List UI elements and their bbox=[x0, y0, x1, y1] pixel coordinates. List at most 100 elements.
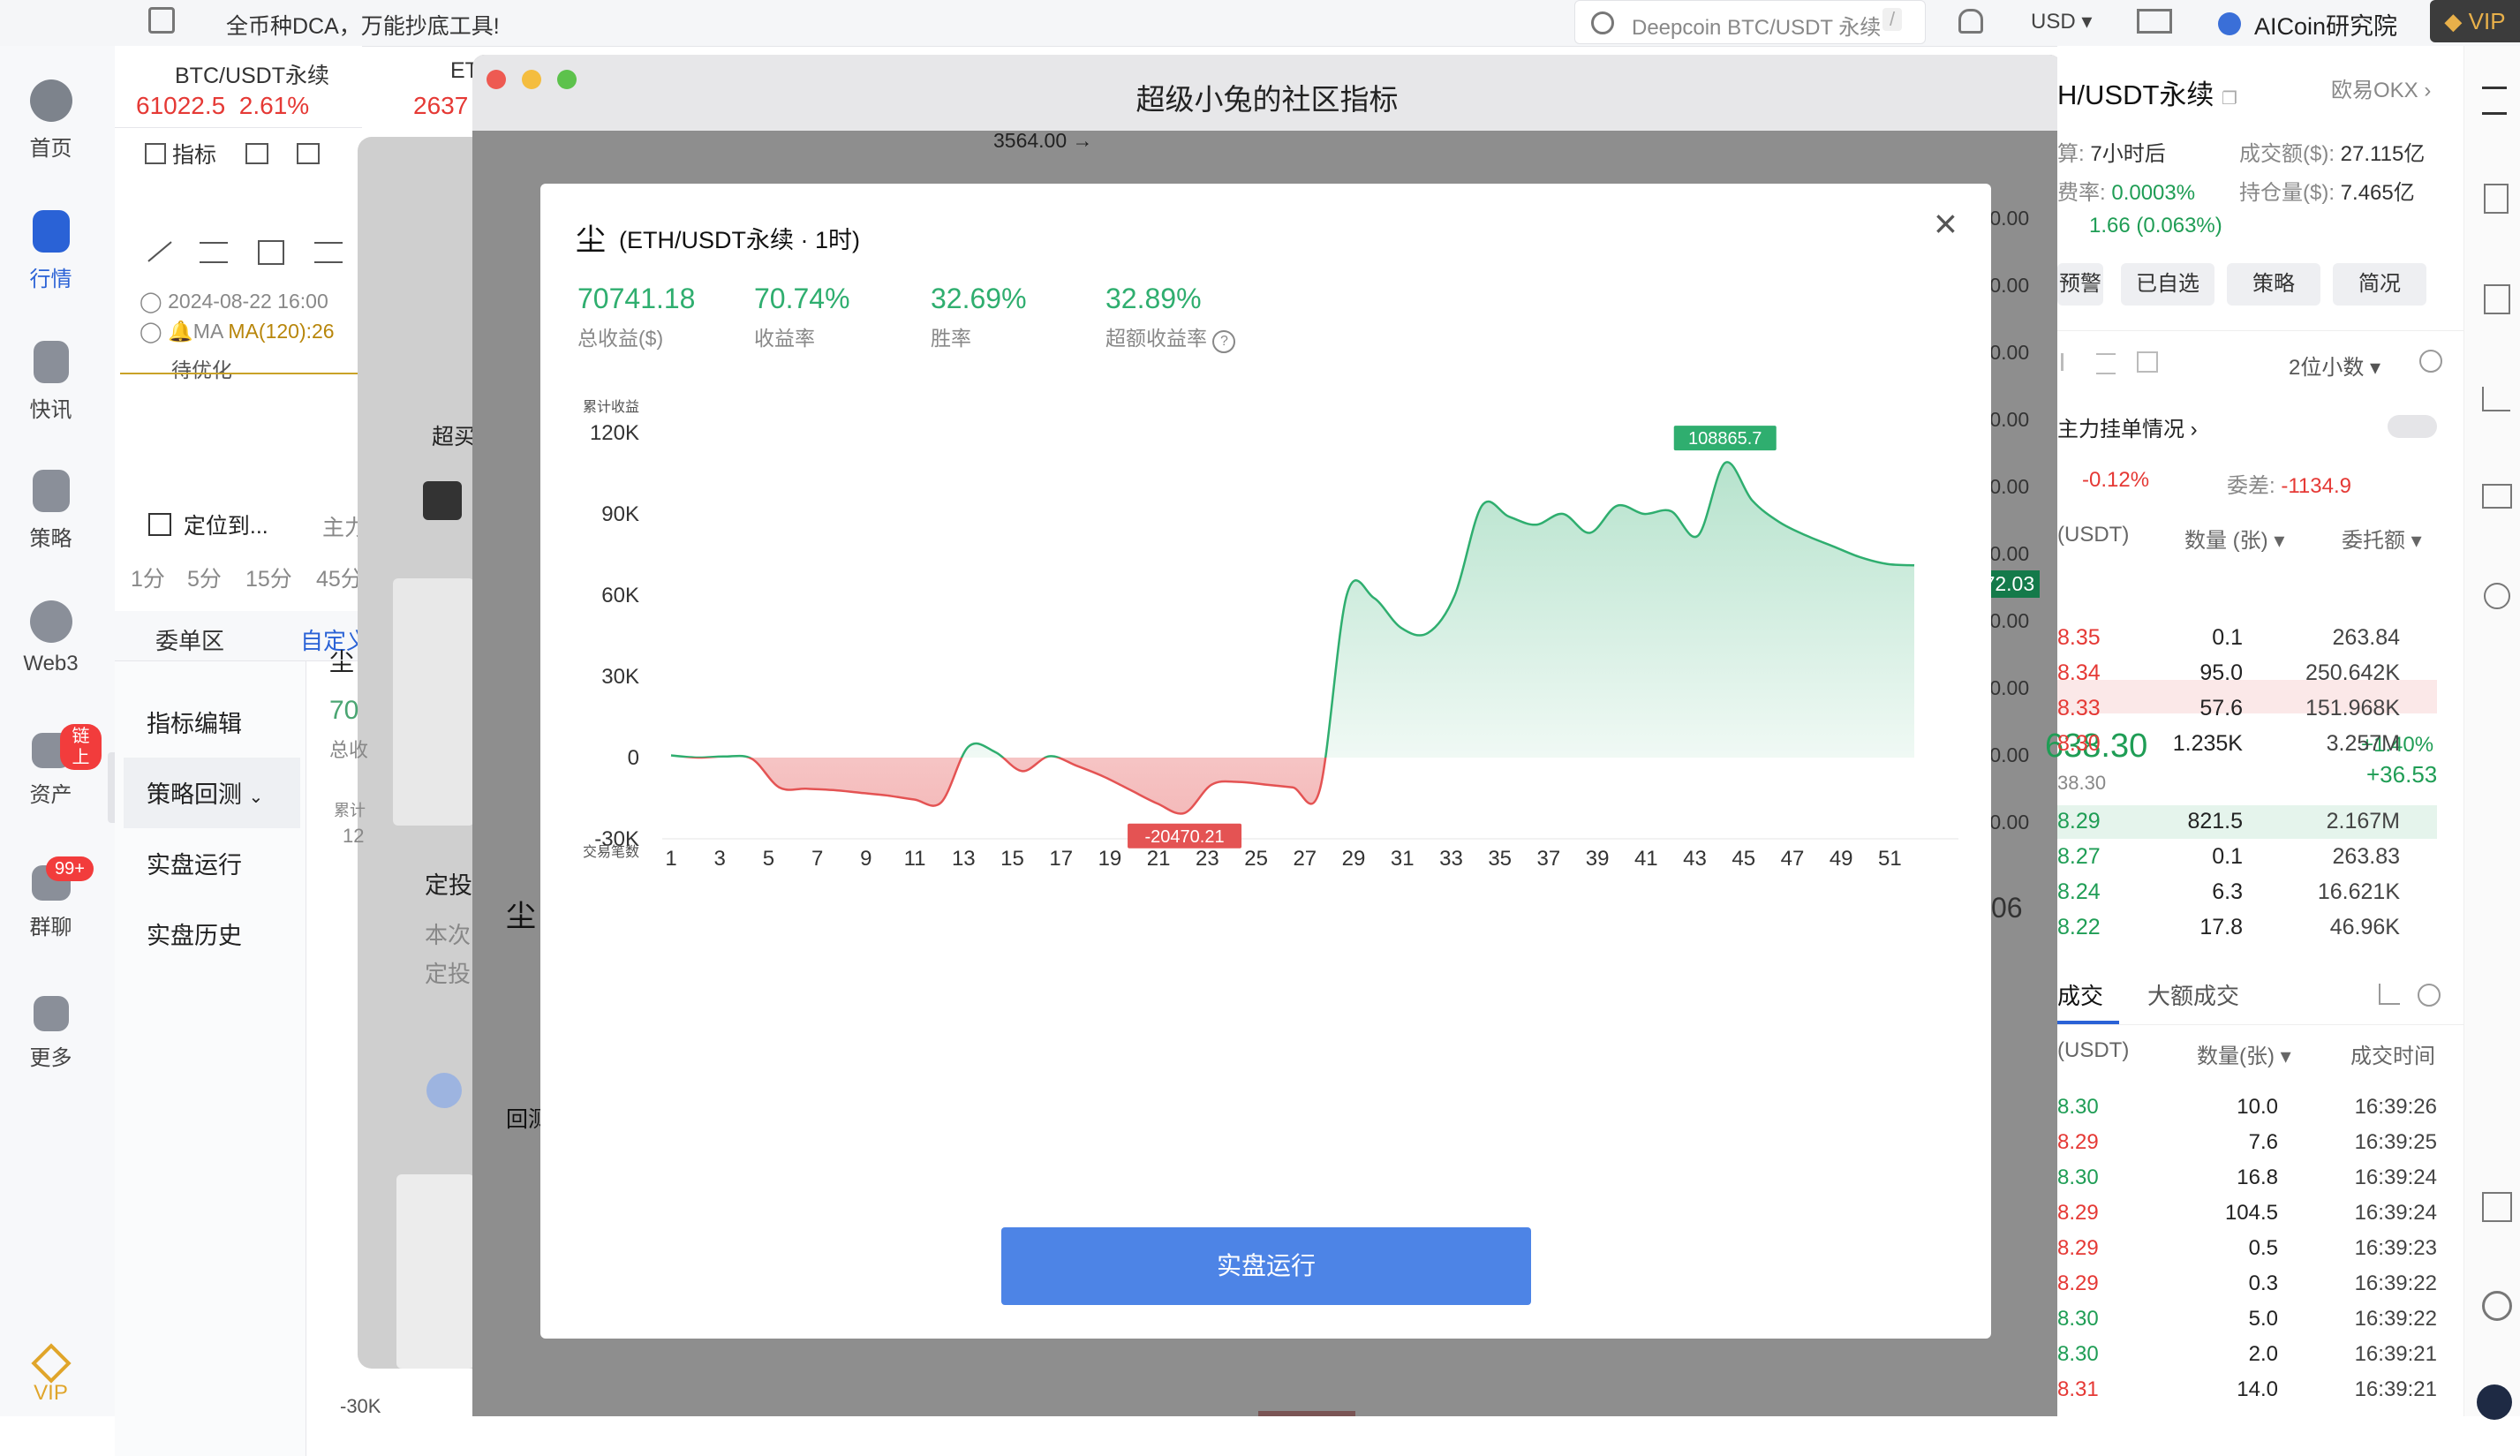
bid-row[interactable]: 8.27 0.1 263.83 bbox=[2057, 841, 2437, 874]
ask-row-cell: 151.968K bbox=[2305, 696, 2400, 720]
sidebar-item-news[interactable]: 快讯 bbox=[0, 341, 102, 423]
tab-summary[interactable]: 简况 bbox=[2333, 263, 2426, 306]
sidebar-item-label: Web3 bbox=[23, 652, 79, 675]
x-tick-label: 13 bbox=[952, 847, 976, 871]
tab-strategy[interactable]: 策略 bbox=[2227, 263, 2320, 306]
menu-live-history[interactable]: 实盘历史 bbox=[147, 917, 242, 951]
trade-cell: 0.3 bbox=[2248, 1271, 2278, 1295]
sidebar-item-assets[interactable]: 资产 链上 bbox=[0, 724, 102, 808]
trade-row: 8.29 104.5 16:39:24 bbox=[2057, 1197, 2437, 1231]
search-input[interactable]: Deepcoin BTC/USDT 永续 / bbox=[1574, 0, 1926, 44]
sidebar-item-more[interactable]: 更多 bbox=[0, 996, 102, 1071]
ask-row[interactable]: 8.33 57.6 151.968K bbox=[2057, 692, 2437, 726]
book-header-amount[interactable]: 委托额 ▾ bbox=[2342, 523, 2422, 554]
window-maximize-button[interactable] bbox=[557, 70, 577, 89]
menu-backtest-label: 策略回测 bbox=[147, 781, 242, 808]
chart-date: ◯ 2024-08-22 16:00 bbox=[140, 245, 328, 313]
interval-45m[interactable]: 45分 bbox=[316, 562, 363, 593]
ticker-eth-price: 2637 bbox=[413, 92, 469, 119]
headset-icon[interactable] bbox=[2482, 1291, 2512, 1321]
bid-row-cell: 2.167M bbox=[2326, 809, 2400, 834]
vip-badge[interactable]: ◆ VIP bbox=[2430, 0, 2520, 42]
settings-icon[interactable] bbox=[2419, 350, 2442, 373]
back-icon[interactable] bbox=[148, 7, 175, 34]
window-minimize-button[interactable] bbox=[522, 70, 541, 89]
locate-button[interactable]: 定位到... bbox=[148, 509, 268, 540]
sidebar-item-market[interactable]: 行情 bbox=[0, 210, 102, 292]
promo-slogan[interactable]: 全币种DCA，万能抄底工具! bbox=[226, 9, 500, 41]
tab-alert[interactable]: 预警 bbox=[2057, 263, 2103, 306]
trade-header-price: (USDT) bbox=[2057, 1038, 2130, 1062]
interval-15m[interactable]: 15分 bbox=[245, 562, 292, 593]
trade-row: 8.29 0.3 16:39:22 bbox=[2057, 1268, 2437, 1301]
sidebar-vip[interactable]: VIP bbox=[0, 1343, 102, 1406]
assistant-icon[interactable] bbox=[2477, 1384, 2512, 1420]
list-icon[interactable] bbox=[2482, 87, 2507, 115]
mail-icon[interactable] bbox=[2137, 9, 2172, 34]
bid-row[interactable]: 8.29 821.5 2.167M bbox=[2057, 805, 2437, 839]
bid-row[interactable]: 8.24 6.3 16.621K bbox=[2057, 876, 2437, 909]
sidebar-item-chat[interactable]: 群聊 99+ bbox=[0, 856, 102, 940]
sidebar-item-home[interactable]: 首页 bbox=[0, 79, 102, 162]
pair-title[interactable]: H/USDT永续 ❐ bbox=[2057, 72, 2237, 112]
tab-large-trades[interactable]: 大额成交 bbox=[2147, 978, 2239, 1011]
indicator-button[interactable]: 指标 bbox=[145, 138, 216, 170]
ask-row[interactable]: 8.34 95.0 250.642K bbox=[2057, 657, 2437, 690]
settle-row: 算: 7小时后 bbox=[2057, 136, 2166, 167]
book-bids-icon[interactable] bbox=[2096, 353, 2116, 374]
brand-name[interactable]: AICoin研究院 bbox=[2254, 7, 2397, 41]
menu-backtest[interactable]: 策略回测 ⌄ bbox=[147, 775, 263, 810]
live-run-button[interactable]: 实盘运行 bbox=[1001, 1227, 1531, 1305]
window-close-button[interactable] bbox=[487, 70, 506, 89]
sidebar-item-label: 行情 bbox=[29, 268, 72, 291]
book-asks-icon[interactable] bbox=[2137, 351, 2158, 373]
decimals-select[interactable]: 2位小数 ▾ bbox=[2289, 350, 2380, 381]
sidebar-item-label: 资产 bbox=[29, 783, 72, 807]
menu-live-run[interactable]: 实盘运行 bbox=[147, 846, 242, 880]
stat-return-label: 收益率 bbox=[754, 327, 815, 350]
layout-icon[interactable] bbox=[297, 143, 320, 164]
locate-label: 定位到... bbox=[183, 514, 268, 539]
interval-1m[interactable]: 1分 bbox=[131, 562, 165, 593]
sort-icon[interactable] bbox=[2379, 984, 2400, 1005]
trade-cell: 16:39:23 bbox=[2354, 1236, 2437, 1260]
trade-header-time: 成交时间 bbox=[2350, 1045, 2435, 1068]
sidebar-item-strategy[interactable]: 策略 bbox=[0, 470, 102, 552]
exchange-link[interactable]: 欧易OKX › bbox=[2331, 72, 2431, 103]
book-header-qty[interactable]: 数量 (张) ▾ bbox=[2184, 523, 2284, 554]
bid-row[interactable]: 8.22 17.8 46.96K bbox=[2057, 911, 2437, 945]
tab-trades[interactable]: 成交 bbox=[2057, 978, 2103, 1011]
help-icon[interactable]: ? bbox=[1212, 330, 1236, 353]
x-tick-label: 45 bbox=[1732, 847, 1755, 871]
exchange-icon[interactable] bbox=[2484, 583, 2510, 609]
document-icon[interactable] bbox=[2484, 184, 2509, 214]
chart-line-icon[interactable] bbox=[2482, 387, 2510, 411]
window-title-bar[interactable]: 超级小兔的社区指标 bbox=[472, 55, 2062, 131]
calendar-icon[interactable] bbox=[245, 143, 268, 164]
monitor-icon[interactable] bbox=[2482, 484, 2512, 509]
menu-indicator-edit[interactable]: 指标编辑 bbox=[147, 705, 242, 739]
tab-watchlist[interactable]: 已自选 bbox=[2121, 263, 2214, 306]
close-icon[interactable]: × bbox=[1934, 200, 1958, 247]
x-tick-label: 39 bbox=[1586, 847, 1610, 871]
main-orders-link[interactable]: 主力挂单情况 › bbox=[2057, 411, 2198, 442]
y-axis-title: 累计收益 bbox=[583, 399, 639, 415]
ask-row[interactable]: 8.35 0.1 263.84 bbox=[2057, 622, 2437, 655]
ask-row[interactable]: 8.30 1.235K 3.257M bbox=[2057, 728, 2437, 761]
bell-icon[interactable] bbox=[1958, 9, 1983, 34]
ticker-btc-name[interactable]: BTC/USDT永续 bbox=[175, 58, 329, 90]
panel-icon[interactable] bbox=[2482, 1192, 2512, 1222]
tab-orders[interactable]: 委单区 bbox=[155, 623, 224, 656]
trade-cell: 5.0 bbox=[2248, 1307, 2278, 1331]
currency-select[interactable]: USD ▾ bbox=[2031, 9, 2092, 34]
book-view-icon[interactable] bbox=[2061, 353, 2081, 371]
interval-5m[interactable]: 5分 bbox=[187, 562, 222, 593]
trade-row: 8.29 7.6 16:39:25 bbox=[2057, 1127, 2437, 1160]
sidebar-item-web3[interactable]: Web3 bbox=[0, 600, 102, 676]
main-orders-toggle[interactable] bbox=[2388, 415, 2437, 438]
dollar-icon[interactable] bbox=[2484, 284, 2510, 314]
settings-icon[interactable] bbox=[2418, 984, 2441, 1007]
trade-header-qty[interactable]: 数量(张) ▾ bbox=[2197, 1038, 2291, 1069]
settle-label: 算: bbox=[2057, 142, 2085, 166]
trade-header-qty-label: 数量(张) bbox=[2197, 1045, 2275, 1068]
